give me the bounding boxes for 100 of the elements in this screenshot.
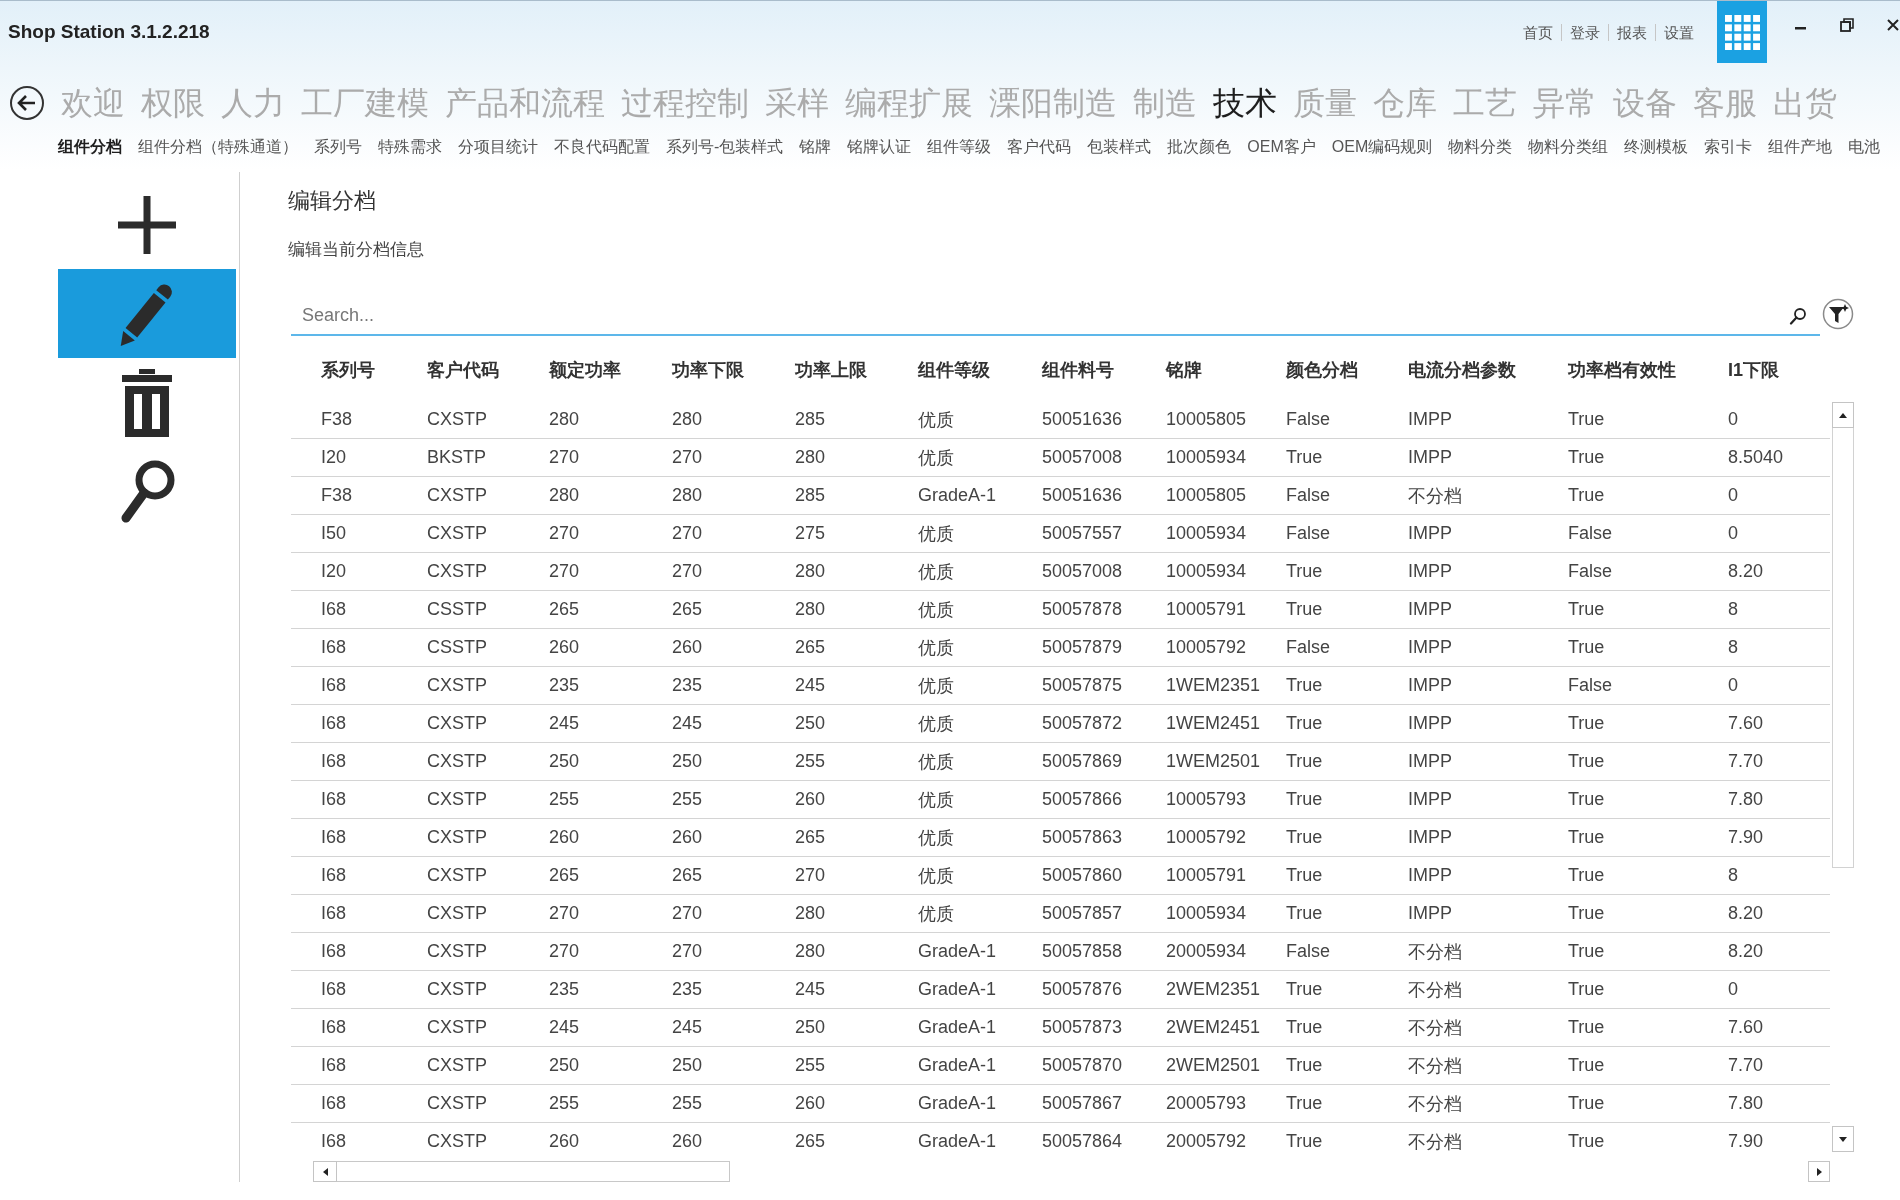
scroll-up-button[interactable] — [1832, 402, 1854, 428]
top-link[interactable]: 登录 — [1561, 23, 1608, 41]
table-cell: 260 — [549, 637, 580, 658]
top-link[interactable]: 首页 — [1515, 23, 1561, 41]
table-cell: 280 — [795, 903, 826, 924]
table-cell: CXSTP — [427, 713, 487, 734]
sub-tab[interactable]: OEM编码规则 — [1331, 135, 1433, 159]
table-cell: True — [1568, 789, 1605, 810]
table-cell: False — [1286, 409, 1330, 430]
table-cell: I68 — [321, 789, 347, 810]
sub-tab[interactable]: 包装样式 — [1087, 135, 1152, 159]
scroll-right-button[interactable] — [1808, 1161, 1830, 1182]
edit-button[interactable] — [58, 269, 236, 358]
sub-tab[interactable]: 组件等级 — [927, 135, 992, 159]
table-cell: GradeA-1 — [918, 1093, 997, 1114]
table-cell: CXSTP — [427, 561, 487, 582]
table-cell-text: 不分档 — [1408, 1130, 1462, 1154]
table-cell: 50057867 — [1042, 1093, 1123, 1114]
table-cell: True — [1286, 1093, 1323, 1114]
sub-tab[interactable]: 系列号-包装样式 — [666, 135, 784, 159]
table-cell: GradeA-1 — [918, 1131, 997, 1152]
top-link[interactable]: 报表 — [1608, 23, 1655, 41]
sub-tab[interactable]: 批次颜色 — [1167, 135, 1232, 159]
table-cell: GradeA-1 — [918, 979, 997, 1000]
scrollbar-thumb[interactable] — [1832, 428, 1854, 868]
sub-tab[interactable]: 物料分类 — [1448, 135, 1513, 159]
table-cell: 285 — [795, 485, 826, 506]
table-cell: 0 — [1728, 979, 1738, 1000]
table-cell-text: 不分档 — [1408, 484, 1462, 508]
table-cell: 50057876 — [1042, 979, 1123, 1000]
table-cell: 280 — [795, 561, 826, 582]
table-cell: True — [1286, 827, 1323, 848]
table-cell: CXSTP — [427, 1093, 487, 1114]
table-cell: 270 — [549, 561, 580, 582]
scrollbar-thumb[interactable] — [337, 1161, 730, 1182]
sub-tab[interactable]: 系列号 — [314, 135, 362, 159]
table-cell: 0 — [1728, 675, 1738, 696]
sub-tab[interactable]: 电池 — [1848, 135, 1881, 159]
table-cell: 235 — [672, 979, 703, 1000]
sub-tab[interactable]: 终测模板 — [1624, 135, 1689, 159]
table-cell: True — [1568, 447, 1605, 468]
table-cell: 255 — [549, 789, 580, 810]
table-cell: 260 — [549, 1131, 580, 1152]
table-cell: 20005793 — [1166, 1093, 1247, 1114]
table-cell: 20005934 — [1166, 941, 1247, 962]
apps-button[interactable] — [1717, 1, 1767, 63]
table-cell: IMPP — [1408, 827, 1452, 848]
restore-icon[interactable] — [1840, 18, 1854, 32]
search-field[interactable]: Search... — [291, 297, 1820, 336]
table-cell: 245 — [549, 1017, 580, 1038]
sub-tab[interactable]: 分项目统计 — [458, 135, 538, 159]
nav-tab[interactable]: 技术 — [1213, 81, 1277, 125]
scroll-down-button[interactable] — [1832, 1126, 1854, 1152]
caret-down-icon — [1839, 1136, 1847, 1142]
sub-tab[interactable]: OEM客户 — [1247, 135, 1316, 159]
table-cell-text: 优质 — [918, 864, 954, 888]
table-cell: 7.90 — [1728, 827, 1764, 848]
sub-tab[interactable]: 特殊需求 — [378, 135, 442, 159]
search-icon[interactable] — [1789, 307, 1807, 325]
sub-tab[interactable]: 客户代码 — [1007, 135, 1072, 159]
table-cell: 0 — [1728, 523, 1738, 544]
table-cell-text: 优质 — [918, 522, 954, 546]
table-cell: 8 — [1728, 865, 1738, 886]
table-cell: 8 — [1728, 637, 1738, 658]
table-cell: 8.20 — [1728, 561, 1764, 582]
table-cell: True — [1568, 599, 1605, 620]
table-cell: 7.70 — [1728, 751, 1764, 772]
table-cell: True — [1568, 941, 1605, 962]
close-icon[interactable] — [1886, 18, 1900, 32]
table-cell: 265 — [672, 865, 703, 886]
table-cell: 50057878 — [1042, 599, 1123, 620]
table-cell: 265 — [549, 865, 580, 886]
top-link[interactable]: 设置 — [1655, 23, 1702, 41]
column-header: 铭牌 — [1166, 359, 1202, 382]
sub-tab[interactable]: 铭牌认证 — [847, 135, 912, 159]
table-cell: 250 — [795, 1017, 826, 1038]
table-cell: 285 — [795, 409, 826, 430]
sub-tab[interactable]: 铭牌 — [799, 135, 832, 159]
table-cell: I68 — [321, 713, 347, 734]
table-cell: 50057864 — [1042, 1131, 1123, 1152]
table-cell: 10005791 — [1166, 865, 1247, 886]
table-cell: 50057866 — [1042, 789, 1123, 810]
sub-tab[interactable]: 组件分档（特殊通道） — [138, 135, 298, 159]
scroll-left-button[interactable] — [313, 1161, 337, 1182]
filter-icon[interactable] — [1822, 297, 1854, 330]
sub-tab[interactable]: 索引卡 — [1704, 135, 1753, 159]
sub-tab[interactable]: 物料分类组 — [1528, 135, 1609, 159]
table-cell: I68 — [321, 675, 347, 696]
table-cell: 250 — [549, 751, 580, 772]
sub-tab[interactable]: 组件产地 — [1768, 135, 1833, 159]
table-cell: 255 — [795, 1055, 826, 1076]
table-cell: True — [1286, 447, 1323, 468]
table-cell-text: 优质 — [918, 446, 954, 470]
table-cell: 20005792 — [1166, 1131, 1247, 1152]
sub-tab[interactable]: 不良代码配置 — [554, 135, 650, 159]
table-cell: CXSTP — [427, 751, 487, 772]
table-cell: 50057879 — [1042, 637, 1123, 658]
table-cell: 265 — [795, 827, 826, 848]
sub-tab[interactable]: 组件分档 — [58, 135, 122, 159]
table-cell: 2WEM2451 — [1166, 1017, 1261, 1038]
